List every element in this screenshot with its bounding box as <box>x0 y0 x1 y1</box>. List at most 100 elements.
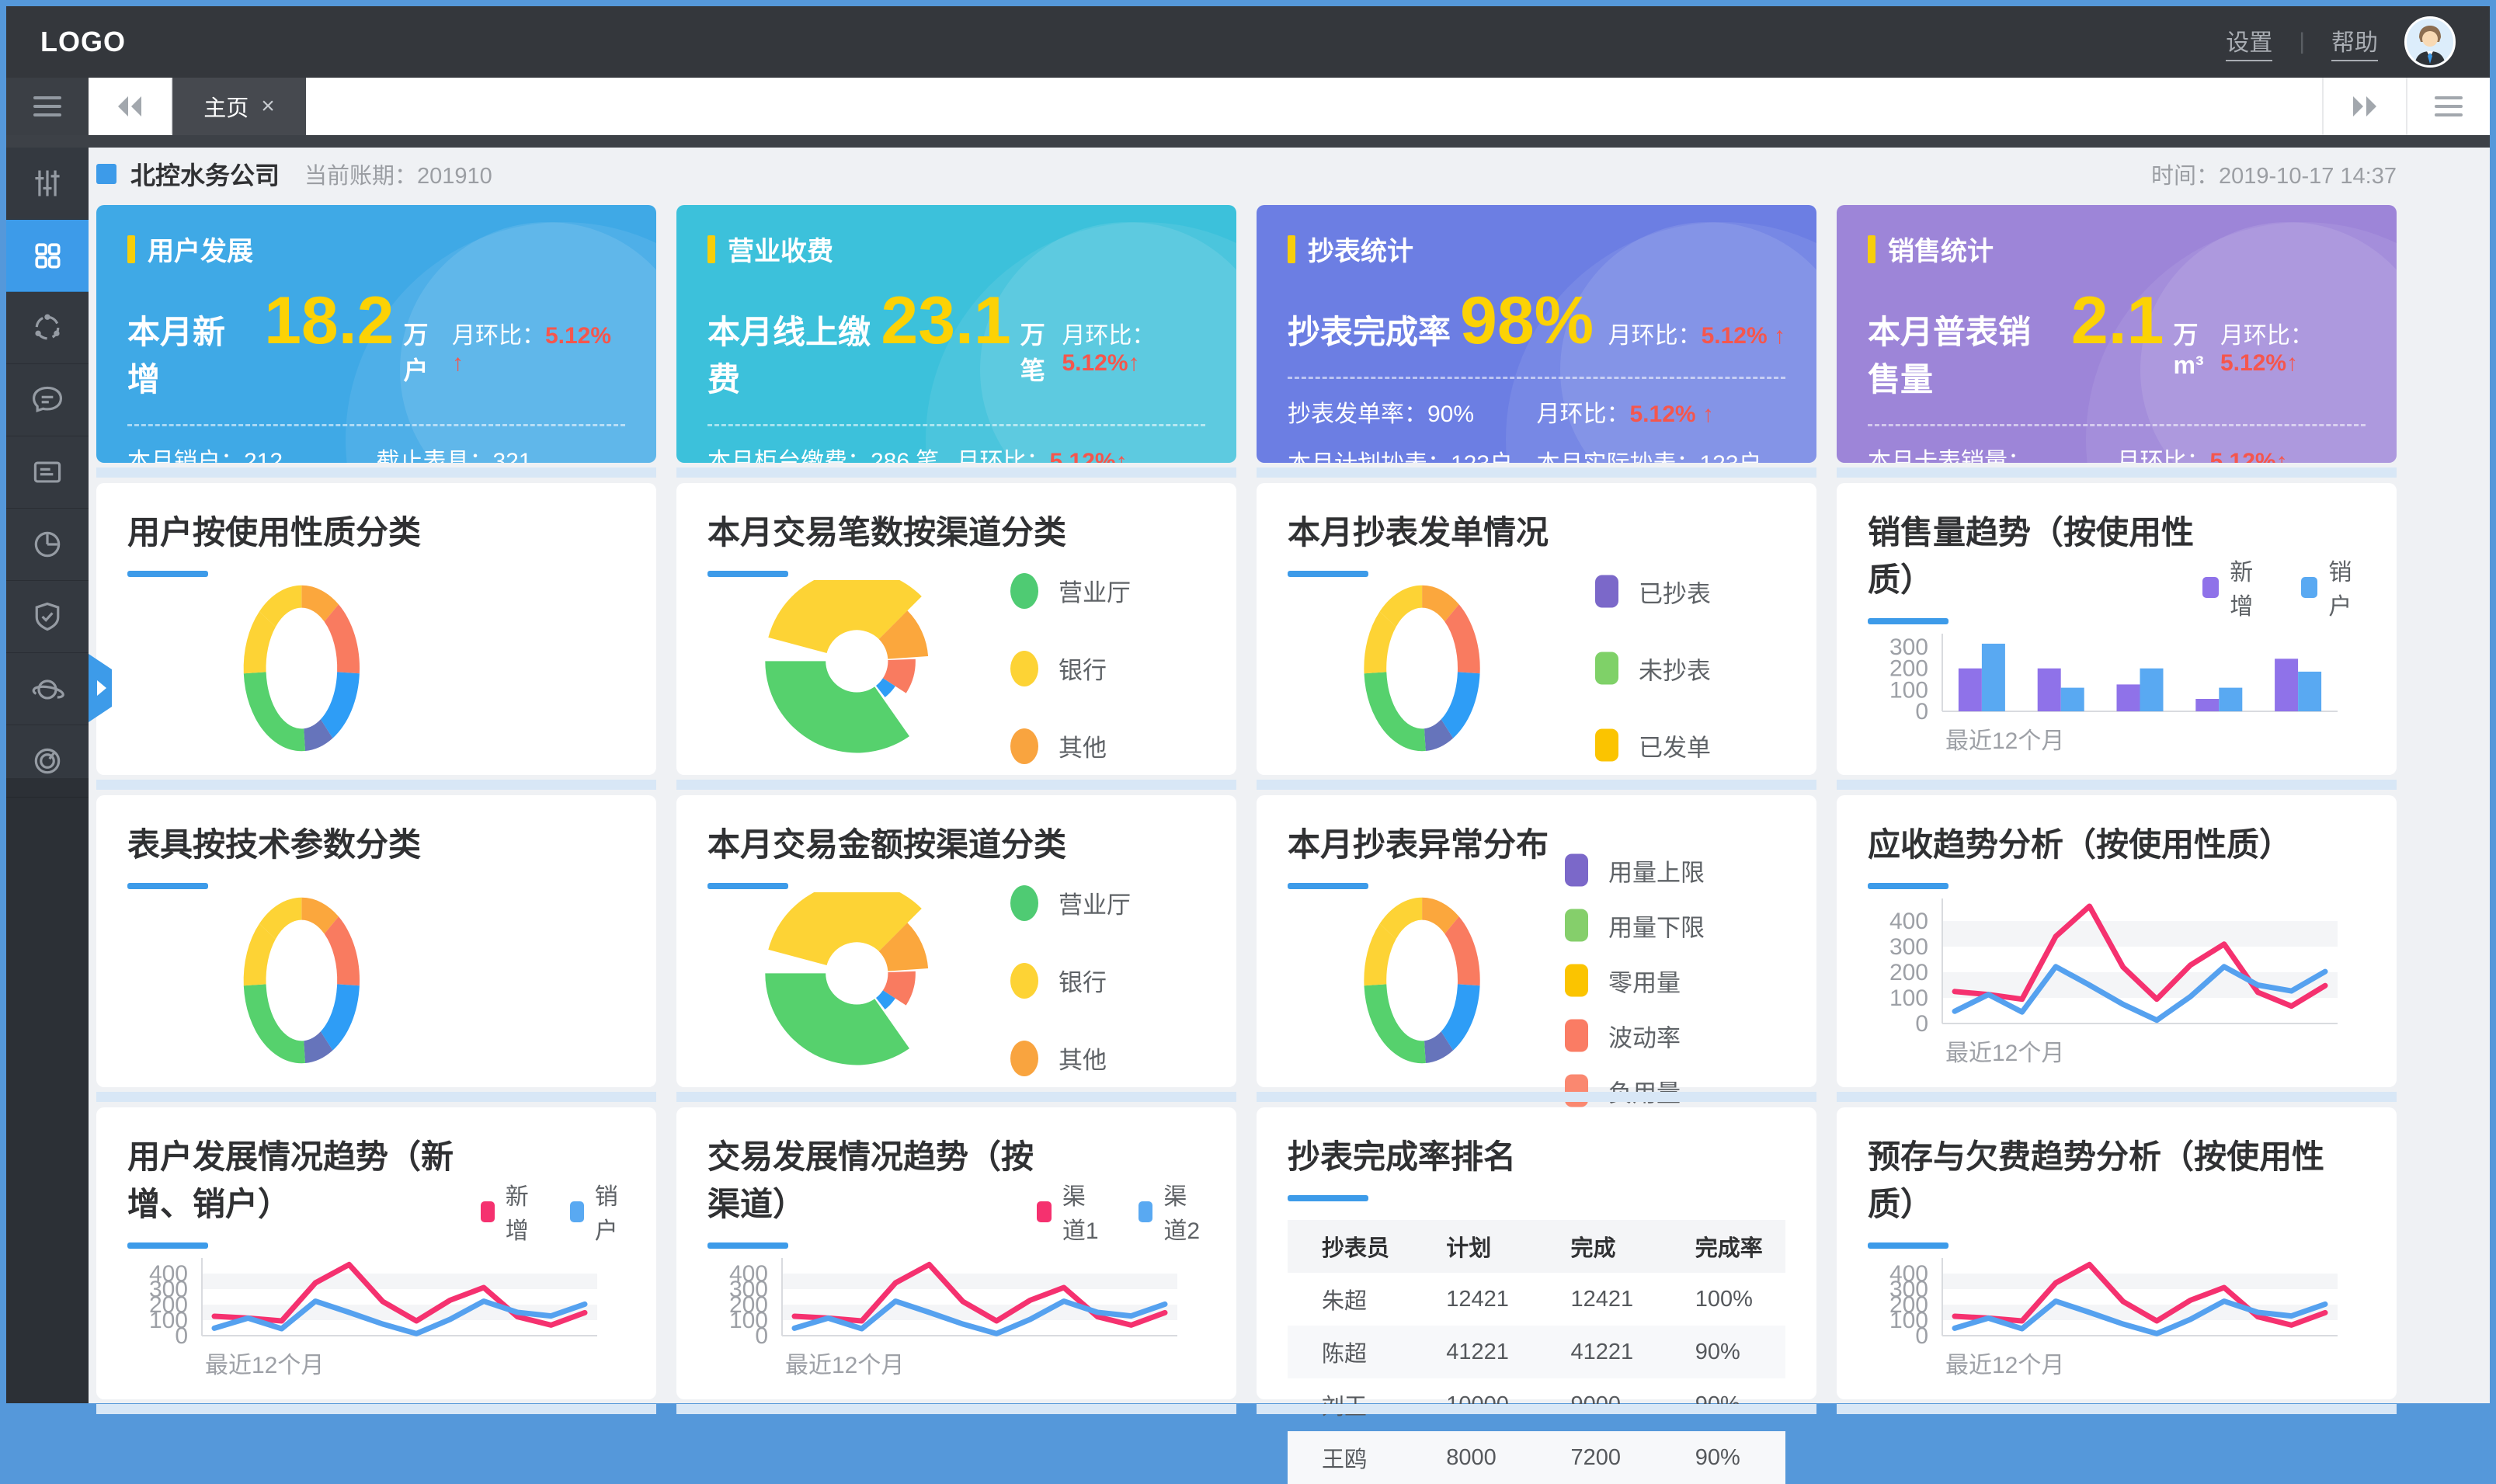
sidebar-item-security[interactable] <box>6 581 89 653</box>
chart-card-receivable-trend: 应收趋势分析（按使用性质） 0100200300400最近12个月 <box>1837 795 2397 1087</box>
legend-item[interactable]: 销户 <box>570 1177 625 1246</box>
sidebar-item-share[interactable] <box>6 292 89 364</box>
stat-row: 本月销户：212 <box>127 442 377 463</box>
tab-home[interactable]: 主页 × <box>172 78 306 135</box>
chart-title: 用户按使用性质分类 <box>127 506 421 554</box>
legend-marker <box>2202 577 2219 598</box>
legend-item[interactable]: 负用量 <box>1565 1073 1705 1108</box>
legend-item[interactable]: 新增 <box>481 1177 536 1246</box>
title-underline <box>707 1242 788 1249</box>
sidebar-item-dashboard[interactable] <box>6 220 89 292</box>
info-bar: 北控水务公司 当前账期：201910 时间：2019-10-17 14:37 <box>96 152 2397 196</box>
donut-chart <box>127 580 625 756</box>
table-row: 王鸥8000 720090% <box>1288 1431 1785 1484</box>
legend-item[interactable]: 其他 <box>1010 1041 1131 1076</box>
line-chart: 0100200300400最近12个月 <box>127 1252 625 1381</box>
main-metric-label: 本月新增 <box>127 306 255 401</box>
sidebar-item-documents[interactable] <box>6 436 89 509</box>
svg-text:400: 400 <box>149 1261 188 1287</box>
ratio-label: 月环比： <box>1062 323 1155 349</box>
chart-title: 本月抄表发单情况 <box>1288 506 1549 554</box>
menu-lines-icon <box>2433 95 2464 118</box>
legend-item[interactable]: 已抄表 <box>1595 574 1711 609</box>
panel-expand-handle[interactable] <box>89 654 112 722</box>
stat-card-meter-reading: 抄表统计 抄表完成率 98% 月环比：5.12% ↑ 抄表发单率：90% 月环比… <box>1257 205 1816 463</box>
title-underline <box>1288 1195 1368 1201</box>
legend-item[interactable]: 新增 <box>2202 553 2267 621</box>
company-name: 北控水务公司 <box>130 156 280 192</box>
svg-text:300: 300 <box>1889 634 1928 660</box>
legend-marker <box>1010 963 1038 999</box>
chart-title: 销售量趋势（按使用性质） <box>1868 506 2202 601</box>
legend-item[interactable]: 其他 <box>1010 728 1131 764</box>
legend-item[interactable]: 零用量 <box>1565 963 1705 998</box>
tab-bar: 主页 × <box>6 78 2490 135</box>
ratio-value: 5.12%↑ <box>1062 350 1139 376</box>
chart-card-transactions-by-channel: 本月交易笔数按渠道分类 营业厅 银行 其他 <box>676 483 1236 775</box>
sidebar-item-planet[interactable] <box>6 653 89 725</box>
legend-item[interactable]: 渠道1 <box>1037 1177 1104 1246</box>
svg-text:0: 0 <box>1915 1011 1928 1037</box>
line-chart: 0100200300400最近12个月 <box>707 1252 1205 1381</box>
ratio-value: 5.12%↑ <box>2220 350 2298 376</box>
stat-row: 截止表具：321 <box>377 442 626 463</box>
svg-text:200: 200 <box>1889 960 1928 985</box>
dashed-divider <box>707 424 1205 426</box>
title-underline <box>707 883 788 889</box>
legend-item[interactable]: 银行 <box>1010 963 1131 999</box>
legend-item[interactable]: 波动率 <box>1565 1018 1705 1053</box>
main-metric-label: 抄表完成率 <box>1288 306 1451 353</box>
title-underline <box>1288 883 1368 889</box>
dashboard-content: 北控水务公司 当前账期：201910 时间：2019-10-17 14:37 用… <box>89 148 2490 1403</box>
legend-item[interactable]: 销户 <box>2301 553 2366 621</box>
sidebar-collapse-button[interactable] <box>6 78 89 135</box>
sidebar-item-sliders[interactable] <box>6 148 89 220</box>
legend-marker <box>1565 909 1588 942</box>
tabs-menu-button[interactable] <box>2406 78 2490 135</box>
legend-marker <box>570 1201 584 1222</box>
chart-card-reading-anomalies: 本月抄表异常分布 用量上限 用量下限 零用量 波动率 负用量 <box>1257 795 1816 1087</box>
line-chart: 0100200300400最近12个月 <box>1868 892 2366 1069</box>
company-marker <box>96 164 116 184</box>
legend-item[interactable]: 渠道2 <box>1138 1177 1205 1246</box>
tabs-scroll-right-button[interactable] <box>2322 78 2406 135</box>
ranking-table: 抄表员 计划 完成 完成率 朱超12421 12421100% 陈超41221 … <box>1288 1220 1785 1484</box>
title-accent-bar <box>127 235 135 263</box>
legend-marker <box>1010 1041 1038 1076</box>
tab-close-icon[interactable]: × <box>261 93 275 120</box>
message-bubble-icon <box>30 383 64 417</box>
table-row: 陈超41221 4122190% <box>1288 1326 1785 1378</box>
title-underline <box>1288 571 1368 577</box>
help-link[interactable]: 帮助 <box>2331 23 2378 61</box>
planet-icon <box>30 672 64 706</box>
main-metric-value: 23.1 <box>881 291 1010 351</box>
legend-item[interactable]: 银行 <box>1010 651 1131 686</box>
legend-item[interactable]: 营业厅 <box>1010 885 1131 921</box>
legend-item[interactable]: 已发单 <box>1595 728 1711 763</box>
tab-bar-empty <box>306 78 2322 135</box>
chart-legend: 营业厅 银行 其他 <box>1010 573 1131 764</box>
settings-link[interactable]: 设置 <box>2226 23 2272 61</box>
sidebar-item-reports[interactable] <box>6 509 89 581</box>
main-metric-unit: 万m³ <box>2173 315 2220 380</box>
current-period: 当前账期：201910 <box>304 158 492 190</box>
legend-item[interactable]: 用量下限 <box>1565 908 1705 943</box>
title-underline <box>127 571 208 577</box>
chart-title: 本月交易金额按渠道分类 <box>707 818 1066 866</box>
legend-item[interactable]: 未抄表 <box>1595 651 1711 686</box>
column-header: 计划 <box>1412 1220 1536 1273</box>
dashed-divider <box>127 424 625 426</box>
legend-item[interactable]: 营业厅 <box>1010 573 1131 609</box>
sidebar-item-messages[interactable] <box>6 364 89 436</box>
legend-item[interactable]: 用量上限 <box>1565 853 1705 888</box>
pie-clock-icon <box>30 527 64 561</box>
stat-row: 本月卡表销量：12321m³ <box>1868 442 2117 463</box>
stat-card-sales: 销售统计 本月普表销售量 2.1 万m³ 月环比：5.12%↑ 本月卡表销量：1… <box>1837 205 2397 463</box>
user-avatar[interactable] <box>2404 16 2456 68</box>
donut-chart <box>1288 892 1785 1069</box>
stat-row: 抄表发单率：90% <box>1288 394 1537 429</box>
legend-marker <box>1010 651 1038 686</box>
tabs-scroll-left-button[interactable] <box>89 78 172 135</box>
bar-chart: 0100200300最近12个月 <box>1868 627 2366 756</box>
sidebar-item-compass[interactable] <box>6 725 89 798</box>
